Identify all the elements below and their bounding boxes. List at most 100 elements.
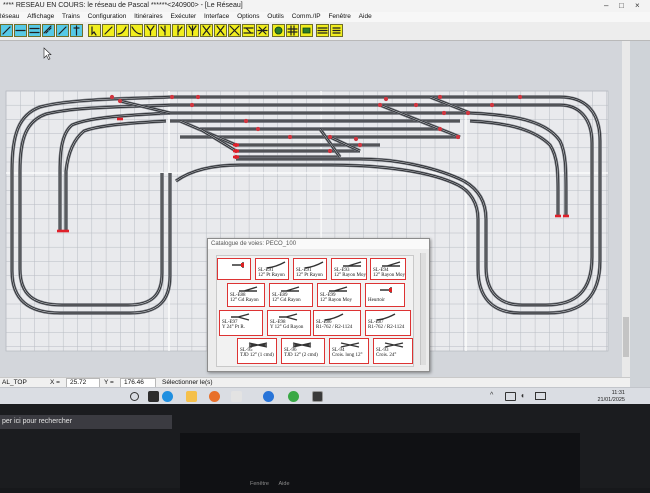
turnout-y-button[interactable] <box>144 24 157 37</box>
double-track-button[interactable] <box>28 24 41 37</box>
menu-options[interactable]: Options <box>237 12 259 22</box>
list-button[interactable] <box>330 24 343 37</box>
group-button[interactable] <box>300 24 313 37</box>
search-icon[interactable] <box>130 392 139 401</box>
laptop-menu-aide[interactable]: Aide <box>279 481 290 487</box>
laptop-search-box[interactable]: per ici pour rechercher <box>0 415 172 429</box>
laptop-menu-fenetre[interactable]: Fenêtre <box>250 481 269 487</box>
catalogue-tile[interactable]: SL-E91 12° Pt Rayon <box>255 258 289 280</box>
c-app-icon[interactable] <box>263 391 274 402</box>
menu-interface[interactable]: Interface <box>204 12 229 22</box>
catalogue-tile[interactable]: SL-93 Crois. 24° <box>373 338 413 364</box>
double-slip-button[interactable] <box>200 24 213 37</box>
app-icon[interactable] <box>231 391 242 402</box>
turnout-marker[interactable] <box>255 126 261 132</box>
gear-button[interactable] <box>272 24 285 37</box>
brush-button[interactable] <box>56 24 69 37</box>
maximize-icon[interactable]: □ <box>619 0 624 12</box>
turnout-marker[interactable] <box>327 134 333 140</box>
turnout-marker[interactable] <box>489 102 495 108</box>
menu-aide[interactable]: Aide <box>359 12 372 22</box>
turnout-right-button[interactable] <box>172 24 185 37</box>
turnout-marker[interactable] <box>517 94 523 100</box>
straight-track-button[interactable] <box>14 24 27 37</box>
files-icon[interactable] <box>186 391 197 402</box>
catalogue-tile[interactable]: SL-E93 12° Rayon Moy <box>331 258 367 280</box>
turnout-marker[interactable] <box>465 110 471 116</box>
track-tool-button[interactable] <box>0 24 13 37</box>
turnout-marker[interactable] <box>287 134 293 140</box>
menu-reseau[interactable]: Réseau <box>0 12 19 22</box>
turnout-marker[interactable] <box>441 110 447 116</box>
turnout-marker[interactable] <box>455 134 461 140</box>
curve-track-button[interactable] <box>116 24 129 37</box>
buffer-stop-marker[interactable] <box>233 143 239 147</box>
pointer-button[interactable] <box>88 24 101 37</box>
close-icon[interactable]: × <box>635 0 640 12</box>
catalogue-tile[interactable]: SL-E87 R1-762 / R2-1124 <box>365 310 411 336</box>
catalogue-tile[interactable]: SL-E91 12° Pt Rayon <box>293 258 327 280</box>
catalogue-tile[interactable]: SL-E97 Y 24° Pt R. <box>219 310 263 336</box>
turnout-marker[interactable] <box>109 94 115 100</box>
menu-executer[interactable]: Exécuter <box>171 12 197 22</box>
turnout-marker[interactable] <box>437 94 443 100</box>
buffer-stop-marker[interactable] <box>63 229 69 233</box>
catalogue-scrollbar[interactable] <box>420 253 426 365</box>
turnout-marker[interactable] <box>195 94 201 100</box>
catalogue-tile[interactable]: SL-E89 12° Gd Rayon <box>269 283 313 307</box>
turnout-marker[interactable] <box>413 102 419 108</box>
chrome-icon[interactable] <box>288 391 299 402</box>
diamond-crossing-button[interactable] <box>256 24 269 37</box>
minimize-icon[interactable]: – <box>604 0 608 12</box>
turnout-marker[interactable] <box>189 102 195 108</box>
turnout-marker[interactable] <box>327 148 333 154</box>
turnout-marker[interactable] <box>169 94 175 100</box>
edge-icon[interactable] <box>162 391 173 402</box>
crossover-button[interactable] <box>242 24 255 37</box>
menu-affichage[interactable]: Affichage <box>27 12 54 22</box>
three-way-turnout-button[interactable] <box>186 24 199 37</box>
menu-comm-ip[interactable]: Comm./IP <box>292 12 321 22</box>
catalogue-tile[interactable]: SL-E94 12° Rayon Moy <box>370 258 406 280</box>
menu-configuration[interactable]: Configuration <box>88 12 127 22</box>
menu-trains[interactable]: Trains <box>62 12 80 22</box>
turnout-marker[interactable] <box>437 126 443 132</box>
catalogue-tile[interactable]: SL-94 Crois. long 12° <box>329 338 369 364</box>
tray-chevron-icon[interactable]: ^ <box>490 392 493 399</box>
firefox-icon[interactable] <box>209 391 220 402</box>
tray-battery-icon[interactable] <box>535 392 546 400</box>
buffer-stop-marker[interactable] <box>233 155 239 159</box>
menu-fenetre[interactable]: Fenêtre <box>328 12 350 22</box>
turnout-marker[interactable] <box>377 102 383 108</box>
catalogue-tile[interactable]: SL-95 TJD 12° (1 cmd) <box>237 338 277 364</box>
layers-button[interactable] <box>316 24 329 37</box>
grid-toggle-button[interactable] <box>286 24 299 37</box>
catalogue-tile[interactable]: SL-E98 Y 12° Gd Rayon <box>267 310 311 336</box>
signal-button[interactable] <box>70 24 83 37</box>
menu-outils[interactable]: Outils <box>267 12 284 22</box>
scrollbar-thumb[interactable] <box>623 317 629 357</box>
buffer-stop-marker[interactable] <box>233 149 239 153</box>
crossing-button[interactable] <box>214 24 227 37</box>
catalogue-tile[interactable]: SL-E88 12° Gd Rayon <box>227 283 265 307</box>
taskview-icon[interactable] <box>148 391 159 402</box>
diagonal-track-button[interactable] <box>102 24 115 37</box>
buffer-stop-marker[interactable] <box>563 214 569 218</box>
turnout-marker[interactable] <box>243 118 249 124</box>
crossing-x-button[interactable] <box>228 24 241 37</box>
buffer-stop-marker[interactable] <box>555 214 561 218</box>
menu-itineraires[interactable]: Itinéraires <box>134 12 163 22</box>
catalogue-tile[interactable]: Heurtoir <box>365 283 405 307</box>
catalogue-tile[interactable]: SL-E86 R1-762 / R2-1124 <box>313 310 361 336</box>
track-catalogue-dialog[interactable]: Catalogue de voies: PECO_100 SL-E91 12° P… <box>207 238 430 372</box>
buffer-stop-marker[interactable] <box>57 229 63 233</box>
turnout-marker[interactable] <box>353 136 359 142</box>
turnout-marker[interactable] <box>383 96 389 102</box>
tray-network-icon[interactable] <box>505 392 516 401</box>
curve-track-2-button[interactable] <box>130 24 143 37</box>
ruler-button[interactable] <box>42 24 55 37</box>
railway-app-icon[interactable] <box>312 391 323 402</box>
catalogue-tile[interactable]: SL-96 TJD 12° (2 cmd) <box>281 338 325 364</box>
buffer-stop-marker[interactable] <box>117 117 123 121</box>
catalogue-tile[interactable] <box>217 258 251 280</box>
